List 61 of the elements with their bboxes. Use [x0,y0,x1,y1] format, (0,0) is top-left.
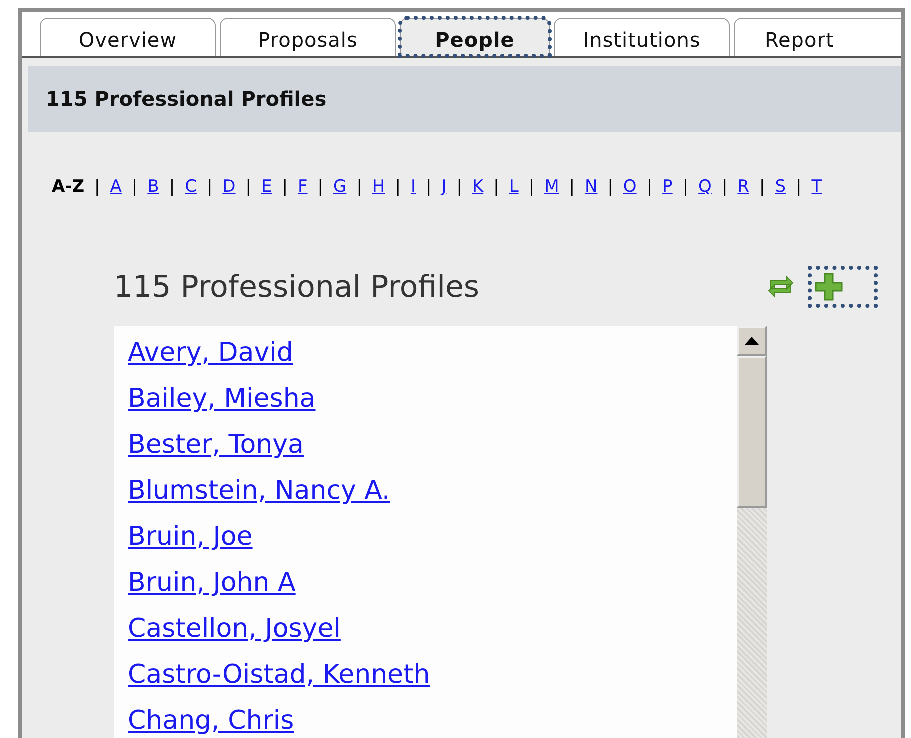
separator: | [722,177,728,197]
letter-link[interactable]: I [410,177,416,197]
letter-link[interactable]: E [262,177,272,197]
person-link[interactable]: Castellon, Josyel [128,612,341,646]
tab[interactable]: People [400,18,550,56]
letter-link[interactable]: Q [698,177,712,197]
tab[interactable]: Proposals [220,18,396,56]
letter-link[interactable]: C [185,177,197,197]
letter-link[interactable]: N [584,177,598,197]
letter-link[interactable]: B [148,177,160,197]
plus-icon [814,272,844,302]
separator: | [206,177,213,197]
letter-link[interactable]: K [472,177,484,197]
person-link[interactable]: Bailey, Miesha [128,382,316,416]
letter-link[interactable]: L [509,177,519,197]
letter-link[interactable]: R [738,177,750,197]
letter-link[interactable]: P [662,177,673,197]
separator: | [318,177,324,197]
separator: | [494,177,500,197]
separator: | [646,177,653,197]
separator: | [528,177,535,197]
az-label: A-Z [52,177,85,197]
letter-link[interactable]: A [110,177,122,197]
separator: | [569,177,575,197]
up-arrow-icon[interactable] [743,335,761,347]
separator: | [395,177,401,197]
person-link[interactable]: Bruin, Joe [128,520,253,554]
separator: | [759,177,766,197]
separator: | [132,177,138,197]
separator: | [282,177,288,197]
letter-link[interactable]: O [623,177,637,197]
scrollbar[interactable] [737,326,767,738]
separator: | [356,177,362,197]
header-title: 115 Professional Profiles [46,87,327,111]
person-link[interactable]: Bester, Tonya [128,428,304,462]
tab[interactable]: Overview [40,18,216,56]
separator: | [94,177,100,197]
letter-link[interactable]: S [775,177,786,197]
separator: | [169,177,176,197]
person-link[interactable]: Blumstein, Nancy A. [128,474,390,508]
separator: | [682,177,689,197]
person-link[interactable]: Avery, David [128,336,294,370]
letter-link[interactable]: F [298,177,308,197]
letter-link[interactable]: T [812,177,822,197]
refresh-icon[interactable] [766,273,796,301]
separator: | [246,177,252,197]
separator: | [456,177,462,197]
separator: | [426,177,432,197]
tab[interactable]: Report [734,18,901,56]
separator: | [796,177,802,197]
person-link[interactable]: Castro-Oistad, Kenneth [128,658,430,692]
person-link[interactable]: Chang, Chris [128,704,294,738]
list-title: 115 Professional Profiles [114,270,481,304]
letter-link[interactable]: J [442,177,447,197]
person-link[interactable]: Bruin, John A [128,566,296,600]
separator: | [608,177,614,197]
tab[interactable]: Institutions [554,18,730,56]
letter-link[interactable]: G [334,177,347,197]
letter-link[interactable]: M [544,177,560,197]
letter-link[interactable]: D [222,177,236,197]
letter-link[interactable]: H [372,177,386,197]
